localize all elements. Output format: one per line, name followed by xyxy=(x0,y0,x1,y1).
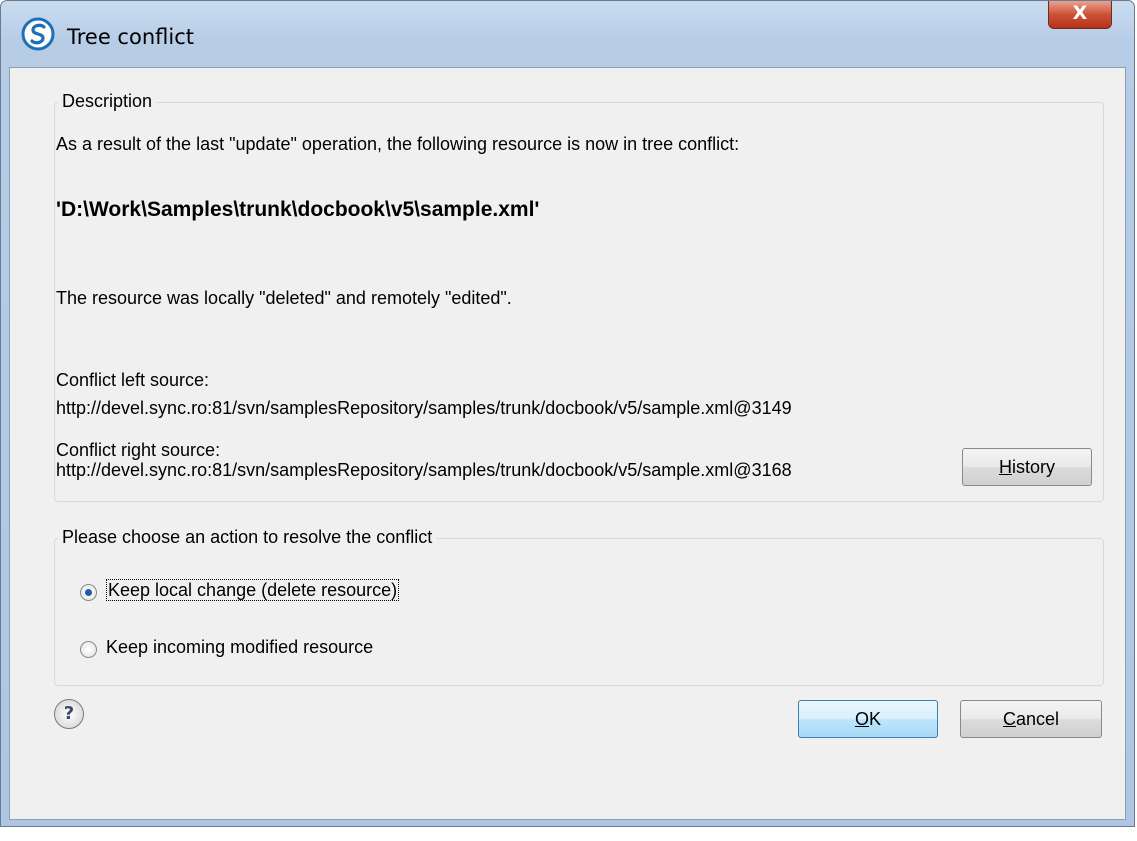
ok-button[interactable]: OK xyxy=(798,700,938,738)
keep-incoming-radio[interactable] xyxy=(80,641,97,658)
title-bar[interactable]: Tree conflict X xyxy=(1,1,1134,67)
conflict-intro-text: As a result of the last "update" operati… xyxy=(56,134,740,154)
left-source-label: Conflict left source: xyxy=(56,370,210,390)
resource-path: 'D:\Work\Samples\trunk\docbook\v5\sample… xyxy=(56,198,540,221)
right-source-label: Conflict right source: xyxy=(56,440,221,460)
left-source-url: http://devel.sync.ro:81/svn/samplesRepos… xyxy=(56,398,792,418)
action-group xyxy=(54,538,1104,686)
syncro-svn-icon xyxy=(21,17,55,51)
keep-incoming-label[interactable]: Keep incoming modified resource xyxy=(106,637,373,658)
help-icon[interactable]: ? xyxy=(54,699,84,729)
close-button[interactable]: X xyxy=(1048,1,1112,29)
window-title: Tree conflict xyxy=(67,25,194,49)
history-button[interactable]: History xyxy=(962,448,1092,486)
radio-selected-dot xyxy=(85,589,92,596)
keep-incoming-text: Keep incoming modified resource xyxy=(106,637,374,657)
right-source-url: ‪http://devel.sync.ro:81/svn/samplesRepo… xyxy=(56,460,792,480)
action-legend: Please choose an action to resolve the c… xyxy=(58,527,437,548)
close-icon: X xyxy=(1072,2,1088,24)
keep-local-text: Keep local change (delete resource) xyxy=(106,579,400,601)
keep-local-radio[interactable] xyxy=(80,584,97,601)
description-legend: Description xyxy=(58,91,157,112)
keep-local-label[interactable]: Keep local change (delete resource) xyxy=(106,579,400,601)
cancel-button[interactable]: Cancel xyxy=(960,700,1102,738)
conflict-reason-text: The resource was locally "deleted" and r… xyxy=(56,288,512,308)
dialog-window: Tree conflict X Description As a result … xyxy=(0,0,1135,827)
dialog-client-area: Description As a result of the last "upd… xyxy=(9,67,1126,820)
